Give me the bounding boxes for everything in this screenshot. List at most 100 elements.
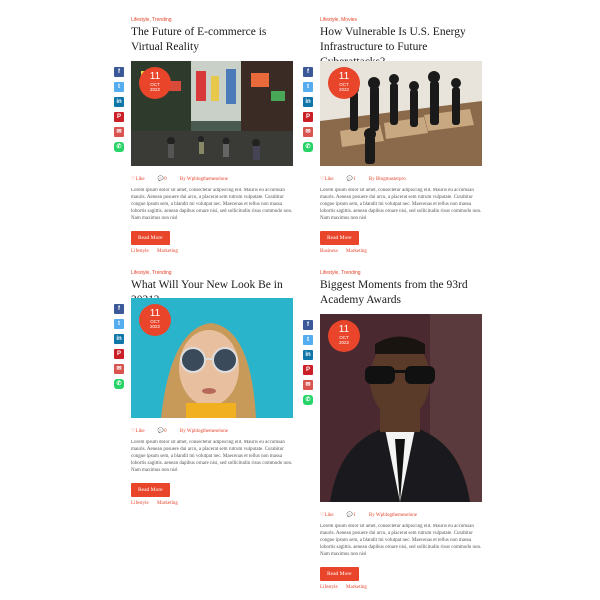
share-bar: f t in P ✉ ✆	[114, 304, 125, 394]
date-badge: 11 OCT 2022	[328, 320, 360, 352]
comment-count[interactable]: 💬1	[347, 513, 362, 518]
facebook-icon[interactable]: f	[114, 67, 124, 77]
linkedin-icon[interactable]: in	[114, 97, 124, 107]
date-day: 11	[338, 71, 350, 82]
linkedin-icon[interactable]: in	[303, 350, 313, 360]
mail-icon[interactable]: ✉	[303, 127, 313, 137]
comment-number: 0	[164, 429, 167, 434]
whatsapp-icon[interactable]: ✆	[303, 395, 313, 405]
post-card: Lifestyle, Trending Biggest Moments from…	[303, 270, 482, 590]
post-excerpt: Lorem ipsum dolor sit amet, consectetur …	[320, 188, 482, 221]
pinterest-icon[interactable]: P	[114, 112, 124, 122]
date-day: 11	[338, 324, 350, 335]
twitter-icon[interactable]: t	[303, 82, 313, 92]
mail-icon[interactable]: ✉	[114, 127, 124, 137]
date-day: 11	[149, 71, 161, 82]
read-more-button[interactable]: Read More	[131, 483, 170, 497]
date-year: 2022	[149, 87, 160, 92]
twitter-icon[interactable]: t	[114, 319, 124, 329]
like-label: Like	[324, 177, 334, 182]
tag-link[interactable]: Marketing	[346, 249, 367, 254]
pinterest-icon[interactable]: P	[303, 112, 313, 122]
date-year: 2022	[338, 340, 349, 345]
comment-count[interactable]: 💬1	[347, 177, 362, 182]
post-author[interactable]: By Blogmasterpro	[369, 177, 406, 182]
post-excerpt: Lorem ipsum dolor sit amet, consectetur …	[320, 524, 482, 557]
tag-link[interactable]: Lifestyle	[131, 501, 149, 506]
linkedin-icon[interactable]: in	[303, 97, 313, 107]
facebook-icon[interactable]: f	[303, 320, 313, 330]
like-label: Like	[135, 177, 145, 182]
pinterest-icon[interactable]: P	[114, 349, 124, 359]
tag-link[interactable]: Business	[320, 249, 338, 254]
date-badge: 11 OCT 2022	[328, 67, 360, 99]
post-image-wrap[interactable]: 11 OCT 2022 f t in P ✉ ✆	[303, 314, 482, 502]
post-meta: ♡Like 💬1 By Wpblogthemeselone	[320, 512, 482, 520]
whatsapp-icon[interactable]: ✆	[114, 142, 124, 152]
date-year: 2022	[338, 87, 349, 92]
post-image-wrap[interactable]: 11 OCT 2022 f t in P ✉ ✆	[114, 61, 293, 166]
post-categories[interactable]: Lifestyle, Trending	[131, 270, 293, 277]
date-year: 2022	[149, 324, 160, 329]
post-tags: Business Marketing	[320, 249, 482, 254]
comment-count[interactable]: 💬0	[158, 429, 173, 434]
post-meta: ♡Like 💬0 By Wpblogthemeselone	[131, 428, 293, 436]
twitter-icon[interactable]: t	[114, 82, 124, 92]
post-categories[interactable]: Lifestyle, Trending	[320, 270, 482, 277]
post-excerpt: Lorem ipsum dolor sit amet, consectetur …	[131, 440, 293, 473]
post-image-wrap[interactable]: 11 OCT 2022 f t in P ✉ ✆	[303, 61, 482, 166]
like-button[interactable]: ♡Like	[131, 429, 151, 434]
twitter-icon[interactable]: t	[303, 335, 313, 345]
comment-count[interactable]: 💬0	[158, 177, 173, 182]
post-title[interactable]: Biggest Moments from the 93rd Academy Aw…	[320, 278, 482, 310]
post-card: Lifestyle, Trending What Will Your New L…	[114, 270, 293, 506]
share-bar: f t in P ✉ ✆	[303, 67, 314, 157]
post-categories[interactable]: Lifestyle, Trending	[131, 17, 293, 24]
share-bar: f t in P ✉ ✆	[303, 320, 314, 410]
read-more-button[interactable]: Read More	[320, 231, 359, 245]
like-button[interactable]: ♡Like	[320, 513, 340, 518]
linkedin-icon[interactable]: in	[114, 334, 124, 344]
pinterest-icon[interactable]: P	[303, 365, 313, 375]
post-title[interactable]: How Vulnerable Is U.S. Energy Infrastruc…	[320, 25, 482, 68]
tag-link[interactable]: Lifestyle	[131, 249, 149, 254]
post-author[interactable]: By Wpblogthemeselone	[180, 429, 228, 434]
post-image-wrap[interactable]: 11 OCT 2022 f t in P ✉ ✆	[114, 298, 293, 418]
like-label: Like	[135, 429, 145, 434]
facebook-icon[interactable]: f	[303, 67, 313, 77]
mail-icon[interactable]: ✉	[303, 380, 313, 390]
post-tags: Lifestyle Marketing	[131, 501, 293, 506]
post-author[interactable]: By Wpblogthemeselone	[369, 513, 417, 518]
read-more-button[interactable]: Read More	[131, 231, 170, 245]
tag-link[interactable]: Marketing	[346, 585, 367, 590]
post-meta: ♡Like 💬0 By Wpblogthemeselone	[131, 176, 293, 184]
post-title[interactable]: The Future of E-commerce is Virtual Real…	[131, 25, 293, 57]
post-excerpt: Lorem ipsum dolor sit amet, consectetur …	[131, 188, 293, 221]
comment-number: 1	[353, 177, 356, 182]
post-title[interactable]: What Will Your New Look Be in 2021?	[131, 278, 293, 306]
comment-number: 0	[164, 177, 167, 182]
post-card: Lifestyle, Movies How Vulnerable Is U.S.…	[303, 17, 482, 254]
post-tags: Lifestyle Marketing	[131, 249, 293, 254]
like-label: Like	[324, 513, 334, 518]
facebook-icon[interactable]: f	[114, 304, 124, 314]
post-tags: Lifestyle Marketing	[320, 585, 482, 590]
like-button[interactable]: ♡Like	[320, 177, 340, 182]
whatsapp-icon[interactable]: ✆	[303, 142, 313, 152]
tag-link[interactable]: Marketing	[157, 501, 178, 506]
comment-number: 1	[353, 513, 356, 518]
date-badge: 11 OCT 2022	[139, 304, 171, 336]
mail-icon[interactable]: ✉	[114, 364, 124, 374]
post-meta: ♡Like 💬1 By Blogmasterpro	[320, 176, 482, 184]
post-categories[interactable]: Lifestyle, Movies	[320, 17, 482, 24]
like-button[interactable]: ♡Like	[131, 177, 151, 182]
whatsapp-icon[interactable]: ✆	[114, 379, 124, 389]
post-author[interactable]: By Wpblogthemeselone	[180, 177, 228, 182]
share-bar: f t in P ✉ ✆	[114, 67, 125, 157]
tag-link[interactable]: Marketing	[157, 249, 178, 254]
post-card: Lifestyle, Trending The Future of E-comm…	[114, 17, 293, 254]
tag-link[interactable]: Lifestyle	[320, 585, 338, 590]
date-day: 11	[149, 308, 161, 319]
date-badge: 11 OCT 2022	[139, 67, 171, 99]
read-more-button[interactable]: Read More	[320, 567, 359, 581]
